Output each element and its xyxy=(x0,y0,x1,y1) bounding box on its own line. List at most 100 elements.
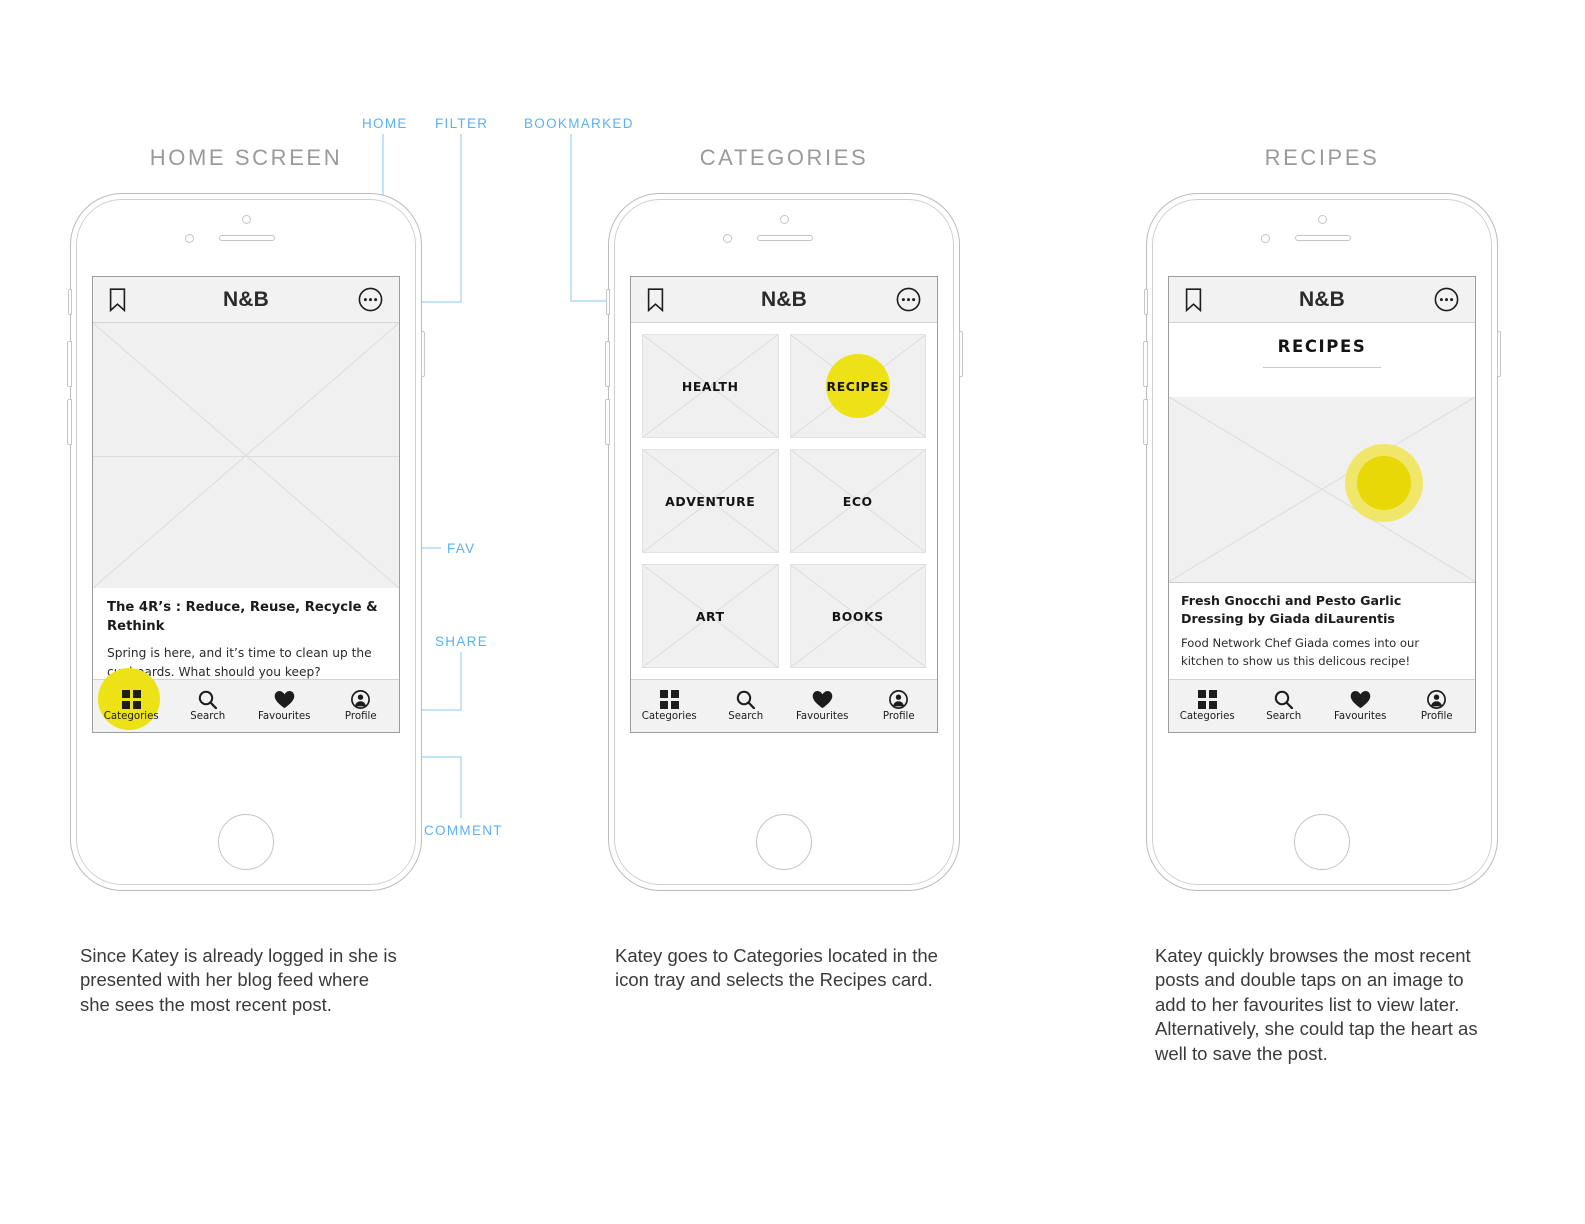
tab-label: Favourites xyxy=(258,710,311,722)
tab-label: Categories xyxy=(1179,710,1235,722)
double-tap-indicator-inner xyxy=(1357,456,1411,510)
post-hero-image-placeholder[interactable] xyxy=(93,323,399,588)
home-button[interactable] xyxy=(756,814,812,870)
volume-up-button[interactable] xyxy=(67,341,72,387)
callout-label-fav: FAV xyxy=(447,541,476,556)
home-button[interactable] xyxy=(1294,814,1350,870)
mute-switch[interactable] xyxy=(1143,289,1148,315)
tab-categories[interactable]: Categories xyxy=(93,680,170,732)
caption-categories: Katey goes to Categories located in the … xyxy=(615,945,938,991)
category-card-art[interactable]: ART xyxy=(642,564,779,668)
tab-favourites[interactable]: Favourites xyxy=(1322,680,1399,732)
post-body: Spring is here, and it’s time to clean u… xyxy=(107,646,372,679)
tab-label: Search xyxy=(190,710,226,722)
recipe-hero-image-placeholder[interactable] xyxy=(1169,397,1475,582)
tab-label: Search xyxy=(728,710,764,722)
callout-label-home: HOME xyxy=(362,116,408,131)
category-card-adventure[interactable]: ADVENTURE xyxy=(642,449,779,553)
heart-icon xyxy=(1350,690,1371,708)
tab-label: Favourites xyxy=(1334,710,1387,722)
screen-title-categories: CATEGORIES xyxy=(699,145,869,170)
search-icon xyxy=(1275,690,1294,709)
app-screen-recipes: N&B RECIPES Fresh Gnocchi and Pesto Garl… xyxy=(1168,276,1476,733)
heart-icon xyxy=(274,690,295,708)
recipe-text-block: Fresh Gnocchi and Pesto Garlic Dressing … xyxy=(1169,581,1475,679)
callout-label-bookmarked: BOOKMARKED xyxy=(524,116,634,131)
power-button[interactable] xyxy=(958,331,963,377)
app-navbar: N&B xyxy=(631,277,937,323)
home-button[interactable] xyxy=(218,814,274,870)
recipe-body: Food Network Chef Giada comes into our k… xyxy=(1181,636,1420,669)
tab-favourites[interactable]: Favourites xyxy=(246,680,323,732)
volume-down-button[interactable] xyxy=(605,399,610,445)
volume-down-button[interactable] xyxy=(1143,399,1148,445)
phone-home-screen: N&B The 4R’s : Reduce, Reuse, Recycle & … xyxy=(67,193,425,891)
page-title: RECIPES xyxy=(1277,337,1367,356)
app-screen-categories: N&B HEALTH RECIPES ADVENTURE ECO ART BOO… xyxy=(630,276,938,733)
proximity-sensor-icon xyxy=(1261,234,1270,243)
tab-label: Profile xyxy=(1420,710,1453,722)
profile-icon xyxy=(889,689,909,709)
phone-categories-screen: N&B HEALTH RECIPES ADVENTURE ECO ART BOO… xyxy=(605,193,963,891)
front-camera-icon xyxy=(779,215,789,224)
recipe-title: Fresh Gnocchi and Pesto Garlic Dressing … xyxy=(1181,592,1402,626)
tab-search[interactable]: Search xyxy=(1246,680,1323,732)
category-label: HEALTH xyxy=(681,378,739,394)
volume-up-button[interactable] xyxy=(1143,341,1148,387)
earpiece-speaker xyxy=(1295,235,1351,241)
search-icon xyxy=(737,690,756,709)
tab-label: Categories xyxy=(641,710,697,722)
app-brand-title: N&B xyxy=(760,287,808,311)
app-navbar: N&B xyxy=(93,277,399,323)
app-screen-home: N&B The 4R’s : Reduce, Reuse, Recycle & … xyxy=(92,276,400,733)
title-underline xyxy=(1263,367,1381,368)
volume-up-button[interactable] xyxy=(605,341,610,387)
tab-label: Categories xyxy=(103,710,159,722)
category-card-books[interactable]: BOOKS xyxy=(789,564,926,668)
front-camera-icon xyxy=(241,215,251,224)
tab-label: Profile xyxy=(882,710,915,722)
category-label: ADVENTURE xyxy=(665,493,756,509)
profile-icon xyxy=(1427,689,1447,709)
power-button[interactable] xyxy=(420,331,425,377)
bottom-tab-bar: Categories Search Favourites Profile xyxy=(93,668,400,732)
feed-body: The 4R’s : Reduce, Reuse, Recycle & Reth… xyxy=(93,323,399,679)
category-card-eco[interactable]: ECO xyxy=(789,449,926,553)
tab-categories[interactable]: Categories xyxy=(631,680,708,732)
earpiece-speaker xyxy=(757,235,813,241)
tab-categories[interactable]: Categories xyxy=(1169,680,1246,732)
caption-home-screen: Since Katey is already logged in she is … xyxy=(80,945,397,1015)
category-label: ART xyxy=(695,608,725,624)
power-button[interactable] xyxy=(1496,331,1501,377)
tab-profile[interactable]: Profile xyxy=(1399,680,1476,732)
front-camera-icon xyxy=(1317,215,1327,224)
tab-profile[interactable]: Profile xyxy=(861,680,938,732)
tab-search[interactable]: Search xyxy=(170,680,247,732)
app-brand-title: N&B xyxy=(222,287,270,311)
tab-profile[interactable]: Profile xyxy=(323,680,400,732)
category-label: RECIPES xyxy=(826,378,889,394)
grid-icon xyxy=(1197,689,1217,709)
tab-label: Profile xyxy=(344,710,377,722)
phone-recipes-screen: N&B RECIPES Fresh Gnocchi and Pesto Garl… xyxy=(1143,193,1501,891)
post-text-block: The 4R’s : Reduce, Reuse, Recycle & Reth… xyxy=(93,588,399,679)
proximity-sensor-icon xyxy=(723,234,732,243)
tab-label: Favourites xyxy=(796,710,849,722)
tab-favourites[interactable]: Favourites xyxy=(784,680,861,732)
grid-icon xyxy=(659,689,679,709)
grid-icon xyxy=(121,689,141,709)
bottom-tab-bar: Categories Search Favourites Profile xyxy=(1169,679,1475,732)
app-brand-title: N&B xyxy=(1298,287,1346,311)
tab-search[interactable]: Search xyxy=(708,680,785,732)
mute-switch[interactable] xyxy=(67,289,72,315)
category-card-recipes[interactable]: RECIPES xyxy=(789,334,926,438)
category-card-health[interactable]: HEALTH xyxy=(642,334,779,438)
volume-down-button[interactable] xyxy=(67,399,72,445)
app-navbar: N&B xyxy=(1169,277,1475,323)
post-title: The 4R’s : Reduce, Reuse, Recycle & Reth… xyxy=(107,600,378,635)
heart-icon xyxy=(812,690,833,708)
mute-switch[interactable] xyxy=(605,289,610,315)
bottom-tab-bar: Categories Search Favourites Profile xyxy=(631,679,937,732)
caption-recipes: Katey quickly browses the most recent po… xyxy=(1155,945,1478,1064)
category-page-header: RECIPES xyxy=(1169,323,1475,397)
